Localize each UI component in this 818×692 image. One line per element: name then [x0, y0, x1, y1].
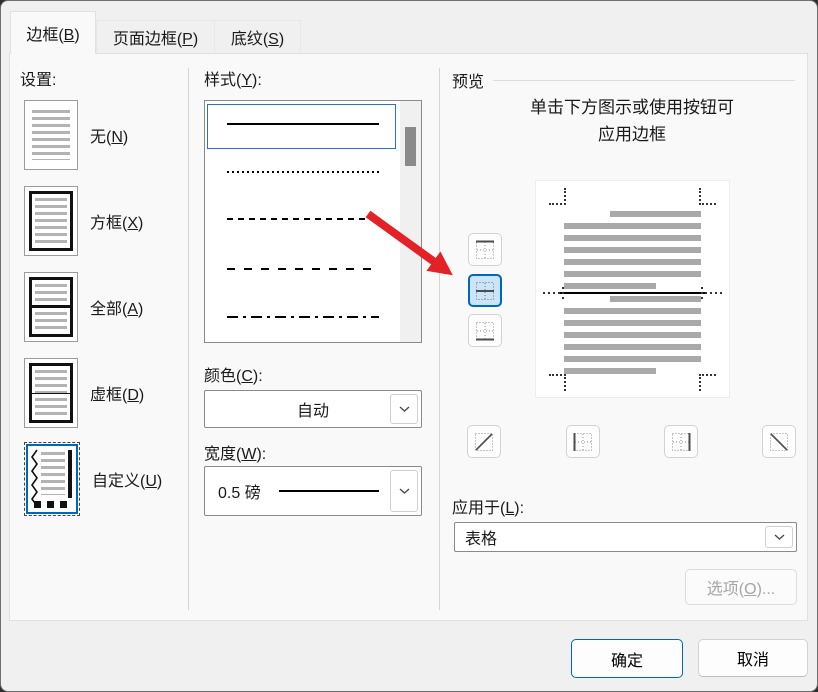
diagonal-down-border-button[interactable] — [762, 425, 796, 458]
options-button[interactable]: 选项(O)... — [685, 569, 797, 605]
setting-none-icon — [24, 100, 78, 170]
tab-page-border[interactable]: 页面边框(P) — [96, 20, 215, 54]
line-style-dashed-small[interactable] — [227, 218, 379, 220]
setting-custom[interactable]: 自定义(U) — [24, 442, 182, 516]
setting-box[interactable]: 方框(X) — [24, 184, 182, 258]
apply-to-dropdown-chevron[interactable] — [765, 526, 793, 548]
line-style-selected-item[interactable] — [207, 104, 396, 149]
diagonal-down-border-icon — [770, 432, 788, 451]
color-value: 自动 — [296, 403, 329, 420]
color-label: 颜色(C): — [204, 368, 263, 385]
setting-all-icon — [24, 272, 78, 342]
right-border-button[interactable] — [664, 425, 698, 458]
left-border-button[interactable] — [566, 425, 600, 458]
preview-page[interactable] — [535, 180, 730, 398]
chevron-down-icon — [399, 406, 409, 412]
preview-group-label: 预览 — [452, 74, 485, 91]
borders-tab-page: 设置: 无(N) 方框(X) 全部(A) 虚框(D) 自定义(U) 样式(Y):… — [9, 53, 808, 621]
line-style-solid[interactable] — [227, 123, 379, 125]
divider — [188, 68, 189, 610]
color-dropdown[interactable]: 自动 — [204, 390, 422, 428]
width-dropdown[interactable]: 0.5 磅 — [204, 466, 422, 516]
bottom-border-icon — [476, 321, 494, 340]
setting-all[interactable]: 全部(A) — [24, 270, 182, 344]
style-list-scrollbar[interactable] — [400, 101, 421, 342]
borders-and-shading-dialog: 边框(B) 页面边框(P) 底纹(S) 设置: 无(N) 方框(X) 全部(A)… — [0, 0, 818, 692]
apply-to-value: 表格 — [465, 531, 498, 548]
width-value: 0.5 磅 — [218, 485, 261, 502]
apply-to-dropdown[interactable]: 表格 — [454, 522, 797, 552]
corner-mark — [699, 374, 716, 391]
line-style-dash-dot[interactable] — [227, 316, 379, 318]
line-style-dotted[interactable] — [227, 171, 379, 173]
color-dropdown-chevron[interactable] — [390, 394, 418, 424]
setting-none[interactable]: 无(N) — [24, 98, 182, 172]
scrollbar-thumb[interactable] — [405, 127, 416, 166]
diagonal-up-border-button[interactable] — [467, 425, 501, 458]
line-style-listbox[interactable] — [204, 100, 422, 343]
top-border-icon — [476, 240, 494, 259]
width-dropdown-chevron[interactable] — [390, 470, 418, 512]
right-border-icon — [672, 432, 691, 451]
corner-mark — [699, 188, 716, 205]
bottom-border-button[interactable] — [468, 314, 502, 347]
apply-to-label: 应用于(L): — [452, 500, 525, 517]
setting-grid-icon — [24, 358, 78, 428]
group-rule — [493, 79, 795, 81]
corner-mark — [549, 188, 566, 205]
line-style-dashed-medium[interactable] — [227, 268, 379, 270]
applied-inside-horizontal-border — [543, 287, 722, 299]
setting-custom-icon — [24, 442, 80, 516]
tab-borders[interactable]: 边框(B) — [10, 11, 96, 54]
width-line-sample — [278, 490, 379, 492]
top-border-button[interactable] — [468, 233, 502, 266]
preview-instruction: 单击下方图示或使用按钮可 应用边框 — [530, 98, 734, 144]
inside-horizontal-border-icon — [476, 281, 494, 300]
preview-paragraph — [564, 296, 701, 374]
cancel-button[interactable]: 取消 — [698, 639, 808, 677]
diagonal-up-border-icon — [475, 432, 493, 451]
inside-horizontal-border-button[interactable] — [468, 274, 502, 307]
chevron-down-icon — [399, 488, 409, 494]
chevron-down-icon — [774, 534, 784, 540]
ok-button[interactable]: 确定 — [571, 639, 683, 678]
divider — [439, 68, 440, 610]
left-border-icon — [573, 432, 592, 451]
corner-mark — [549, 374, 566, 391]
tab-shading[interactable]: 底纹(S) — [215, 20, 301, 54]
setting-box-icon — [24, 186, 78, 256]
style-label: 样式(Y): — [204, 72, 262, 89]
settings-label: 设置: — [20, 72, 57, 89]
setting-grid[interactable]: 虚框(D) — [24, 356, 182, 430]
width-label: 宽度(W): — [204, 446, 267, 463]
preview-paragraph — [564, 211, 701, 289]
